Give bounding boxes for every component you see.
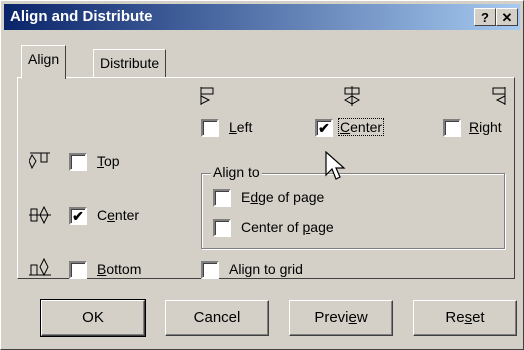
label-left: Left	[229, 119, 253, 135]
title-bar[interactable]: Align and Distribute ? ✕	[4, 4, 520, 30]
label-center-of-page: Center of page	[241, 219, 334, 235]
tab-distribute[interactable]: Distribute	[93, 49, 167, 77]
align-top-icon	[29, 152, 50, 170]
align-right-icon	[492, 87, 506, 105]
align-left-icon	[200, 87, 214, 105]
checkbox-edge-of-page[interactable]	[213, 189, 231, 207]
align-center-h-icon	[343, 86, 361, 106]
close-button[interactable]: ✕	[496, 8, 518, 26]
checkbox-right[interactable]	[443, 119, 461, 137]
tab-distribute-label: Distribute	[100, 55, 160, 71]
mouse-pointer-icon	[325, 151, 346, 180]
preview-button[interactable]: Preview	[289, 300, 393, 336]
checkbox-center-of-page[interactable]	[213, 219, 231, 237]
checkbox-bottom[interactable]	[69, 261, 87, 279]
label-edge-of-page: Edge of page	[241, 189, 325, 205]
label-align-to-grid: Align to grid	[229, 261, 303, 277]
tab-align[interactable]: Align	[21, 45, 67, 79]
align-to-title: Align to	[211, 164, 262, 180]
help-button[interactable]: ?	[474, 8, 496, 26]
tab-align-label: Align	[28, 51, 60, 67]
label-center-h: Center	[337, 118, 385, 136]
checkbox-left[interactable]	[201, 119, 219, 137]
label-bottom: Bottom	[97, 261, 142, 277]
label-right: Right	[469, 119, 502, 135]
align-distribute-dialog: Align and Distribute ? ✕ Align Distribut…	[0, 0, 524, 350]
check-mark-icon: ✔	[318, 120, 330, 136]
ok-button[interactable]: OK	[40, 299, 146, 337]
checkbox-center-h[interactable]: ✔	[315, 119, 333, 137]
cancel-button[interactable]: Cancel	[165, 300, 269, 336]
label-center-v: Center	[97, 207, 140, 223]
label-top: Top	[97, 153, 120, 169]
align-bottom-icon	[29, 257, 51, 277]
checkbox-center-v[interactable]: ✔	[69, 207, 87, 225]
align-center-v-icon	[29, 205, 51, 225]
align-to-group	[201, 173, 505, 249]
reset-button[interactable]: Reset	[413, 300, 517, 336]
checkbox-top[interactable]	[69, 153, 87, 171]
check-mark-icon: ✔	[72, 208, 84, 224]
checkbox-align-to-grid[interactable]	[201, 261, 219, 279]
window-title: Align and Distribute	[10, 8, 153, 25]
